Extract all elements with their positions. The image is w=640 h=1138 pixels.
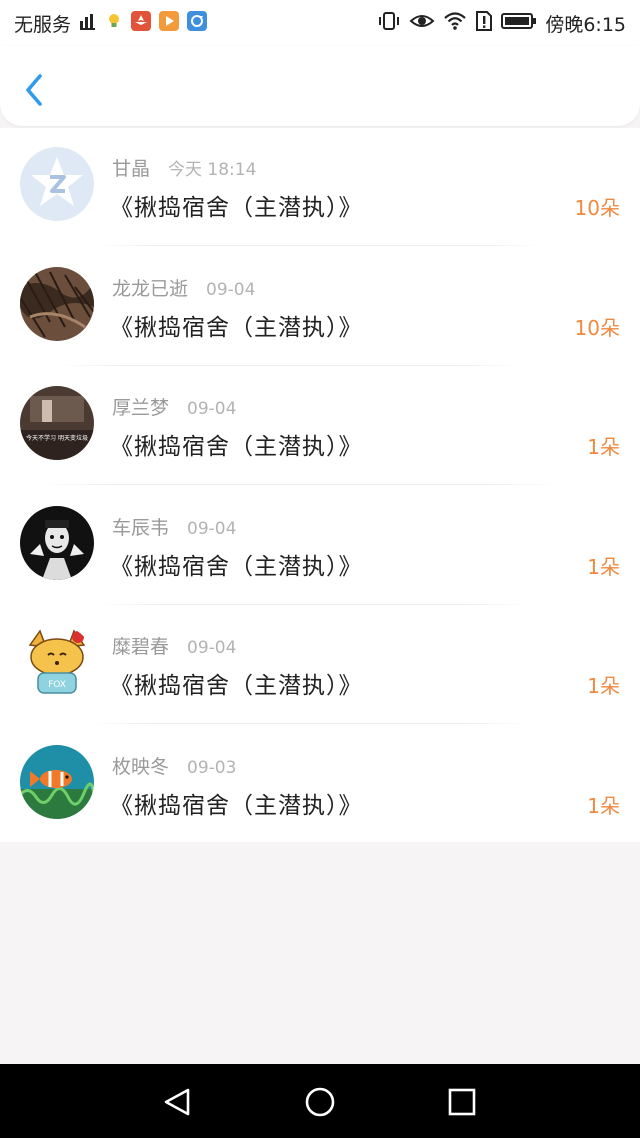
avatar[interactable] — [20, 744, 94, 819]
lightbulb-icon — [105, 12, 123, 34]
divider — [90, 723, 530, 724]
sim-alert-icon — [475, 10, 493, 36]
item-meta: 车辰韦 09-04 — [112, 513, 236, 540]
clock-text: 傍晚6:15 — [545, 13, 626, 36]
vibrate-icon — [377, 11, 401, 35]
nav-recents-button[interactable] — [442, 1082, 482, 1122]
divider — [95, 245, 540, 246]
qq-default-avatar-icon — [20, 147, 94, 221]
avatar[interactable] — [20, 505, 94, 580]
gift-time: 今天 18:14 — [168, 160, 257, 180]
gift-time: 09-03 — [187, 757, 237, 778]
status-right: 傍晚6:15 — [377, 8, 626, 38]
item-meta: 甘晶 今天 18:14 — [112, 154, 256, 181]
back-button[interactable] — [18, 70, 52, 110]
carrier-text: 无服务 — [14, 13, 72, 36]
mime-avatar-icon — [20, 505, 94, 580]
user-name: 龙龙已逝 — [112, 277, 189, 300]
list-item[interactable]: 枚映冬 09-03 《揪捣宿舍（主潜执）》 1朵 — [0, 726, 640, 846]
item-meta: 糜碧春 09-04 — [112, 632, 236, 659]
chevron-left-icon — [26, 74, 42, 106]
nav-home-button[interactable] — [300, 1082, 340, 1122]
item-meta: 枚映冬 09-03 — [112, 752, 236, 779]
work-title: 《揪捣宿舍（主潜执）》 — [110, 553, 363, 580]
battery-icon — [501, 12, 537, 34]
fox-avatar-icon: FOX — [20, 625, 94, 699]
work-title: 《揪捣宿舍（主潜执）》 — [110, 434, 363, 460]
caption-avatar-icon: 今天不学习 明天变垃圾 — [20, 386, 94, 460]
gift-time: 09-04 — [187, 399, 237, 419]
list-item[interactable]: FOX 糜碧春 09-04 《揪捣宿舍（主潜执）》 1朵 — [0, 606, 640, 726]
huawei-icon — [131, 11, 152, 35]
flower-count: 1朵 — [587, 793, 620, 818]
user-name: 糜碧春 — [112, 636, 170, 658]
divider — [100, 603, 530, 605]
home-circle-icon — [305, 1087, 335, 1117]
play-icon — [159, 11, 180, 35]
list-item[interactable]: 今天不学习 明天变垃圾 厚兰梦 09-04 《揪捣宿舍（主潜执）》 1朵 — [0, 367, 640, 487]
user-name: 甘晶 — [112, 158, 151, 180]
wifi-icon — [443, 11, 467, 35]
gift-list: 甘晶 今天 18:14 《揪捣宿舍（主潜执）》 10朵 龙龙已逝 09-04 《… — [0, 128, 640, 842]
back-triangle-icon — [164, 1088, 190, 1116]
avatar-shirt-text: FOX — [48, 680, 66, 690]
status-left: 无服务 — [14, 8, 208, 38]
user-name: 厚兰梦 — [112, 397, 170, 419]
recents-square-icon — [448, 1088, 476, 1116]
sync-icon — [187, 11, 208, 35]
system-nav-bar — [0, 1064, 640, 1138]
avatar[interactable] — [20, 147, 94, 221]
gift-time: 09-04 — [187, 518, 237, 539]
eye-icon — [409, 11, 435, 35]
hair-avatar-icon — [20, 266, 94, 341]
avatar[interactable] — [20, 266, 94, 341]
flower-count: 10朵 — [574, 196, 620, 220]
flower-count: 10朵 — [574, 315, 620, 340]
item-meta: 龙龙已逝 09-04 — [112, 274, 255, 301]
flower-count: 1朵 — [587, 435, 620, 459]
header-bar — [0, 46, 640, 126]
avatar[interactable]: 今天不学习 明天变垃圾 — [20, 386, 94, 460]
nav-back-button[interactable] — [158, 1082, 198, 1122]
user-name: 枚映冬 — [112, 755, 170, 778]
flower-count: 1朵 — [587, 554, 620, 579]
divider — [60, 364, 520, 366]
work-title: 《揪捣宿舍（主潜执）》 — [110, 195, 363, 221]
clownfish-avatar-icon — [20, 744, 94, 819]
work-title: 《揪捣宿舍（主潜执）》 — [110, 314, 363, 341]
gift-time: 09-04 — [206, 279, 256, 300]
list-item[interactable]: 甘晶 今天 18:14 《揪捣宿舍（主潜执）》 10朵 — [0, 128, 640, 248]
divider — [40, 484, 560, 485]
status-bar: 无服务 傍晚6:15 — [0, 0, 640, 46]
signal-icon — [79, 12, 97, 34]
item-meta: 厚兰梦 09-04 — [112, 393, 236, 420]
work-title: 《揪捣宿舍（主潜执）》 — [110, 673, 363, 699]
list-item[interactable]: 车辰韦 09-04 《揪捣宿舍（主潜执）》 1朵 — [0, 487, 640, 607]
avatar-caption: 今天不学习 明天变垃圾 — [26, 434, 88, 442]
work-title: 《揪捣宿舍（主潜执）》 — [110, 792, 363, 819]
flower-count: 1朵 — [587, 674, 620, 698]
avatar[interactable]: FOX — [20, 625, 94, 699]
list-item[interactable]: 龙龙已逝 09-04 《揪捣宿舍（主潜执）》 10朵 — [0, 248, 640, 368]
user-name: 车辰韦 — [112, 516, 170, 539]
gift-time: 09-04 — [187, 638, 237, 658]
